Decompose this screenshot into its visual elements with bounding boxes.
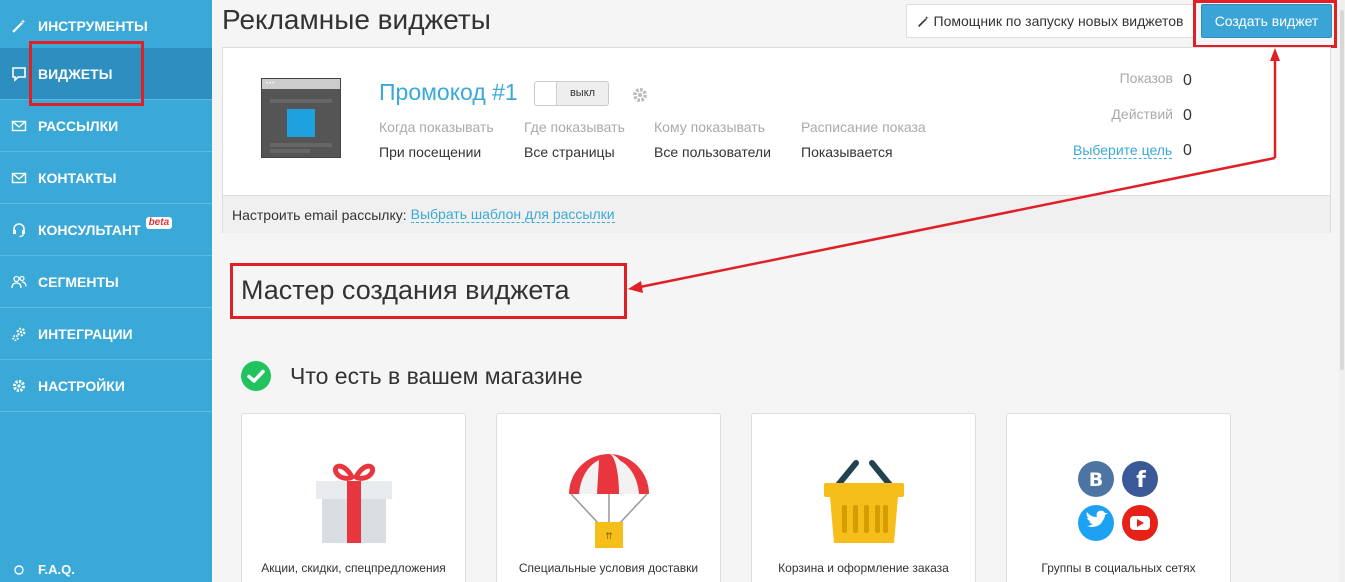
choose-template-link[interactable]: Выбрать шаблон для рассылки	[410, 206, 615, 223]
sidebar-item-label: РАССЫЛКИ	[38, 117, 119, 134]
gear-icon	[11, 378, 27, 394]
sidebar-item-contacts[interactable]: КОНТАКТЫ	[0, 152, 212, 204]
who-label: Кому показывать	[654, 119, 765, 135]
beta-badge: beta	[145, 216, 173, 229]
gears-icon	[11, 326, 27, 342]
toggle-label: выкл	[569, 87, 596, 99]
widget-toggle[interactable]: выкл	[534, 81, 609, 106]
annotation-box-wizard	[230, 263, 627, 319]
where-value: Все страницы	[524, 144, 615, 160]
who-value: Все пользователи	[654, 144, 771, 160]
goal-value: 0	[1183, 142, 1192, 159]
widget-thumbnail[interactable]: •••	[261, 78, 341, 158]
sidebar-item-consultant[interactable]: КОНСУЛЬТАНТ beta	[0, 204, 212, 256]
card-footer: Настроить email рассылку: Выбрать шаблон…	[223, 195, 1330, 233]
tile-delivery[interactable]: ⇈ Специальные условия доставки	[496, 413, 721, 582]
arrow-left-head	[628, 281, 643, 293]
sidebar-item-label: НАСТРОЙКИ	[38, 377, 125, 394]
sidebar-item-mailings[interactable]: РАССЫЛКИ	[0, 100, 212, 152]
sidebar-item-label: ИНТЕГРАЦИИ	[38, 325, 133, 342]
sidebar-item-label: КОНСУЛЬТАНТ	[38, 221, 141, 238]
envelope-icon	[11, 118, 27, 134]
thumb-line	[270, 99, 332, 103]
actions-value: 0	[1183, 107, 1192, 124]
headset-icon	[11, 222, 27, 238]
when-value: При посещении	[379, 144, 482, 160]
svg-text:f: f	[1136, 468, 1146, 493]
choose-goal-link[interactable]: Выберите цель	[1073, 142, 1173, 159]
check-circle-icon	[241, 361, 271, 391]
sidebar-item-label: ИНСТРУМЕНТЫ	[38, 17, 148, 34]
schedule-label: Расписание показа	[801, 119, 926, 135]
thumb-line	[270, 143, 332, 147]
launch-helper-button[interactable]: Помощник по запуску новых виджетов	[906, 4, 1194, 38]
actions-label: Действий	[1111, 106, 1173, 122]
users-icon	[11, 274, 27, 290]
faq-icon	[11, 561, 27, 577]
sidebar-item-faq[interactable]: F.A.Q.	[0, 556, 212, 582]
sidebar-item-label: КОНТАКТЫ	[38, 169, 117, 186]
svg-text:⇈: ⇈	[605, 532, 613, 542]
scrollbar-thumb[interactable]	[1340, 10, 1344, 370]
tile-label: Корзина и оформление заказа	[778, 561, 949, 575]
views-label: Показов	[1119, 70, 1173, 86]
gear-icon[interactable]	[631, 86, 649, 104]
chat-bubble-icon	[11, 66, 27, 82]
tile-social[interactable]: B f Группы в социальных сетях	[1006, 413, 1231, 582]
widget-card: ••• Промокод #1 выкл Когда показывать Пр…	[222, 47, 1331, 233]
tile-label: Акции, скидки, спецпредложения	[261, 561, 446, 575]
where-label: Где показывать	[524, 119, 625, 135]
sidebar-item-label: СЕГМЕНТЫ	[38, 273, 119, 290]
faq-label: F.A.Q.	[38, 561, 75, 577]
widget-name-link[interactable]: Промокод #1	[379, 79, 518, 106]
views-value: 0	[1183, 72, 1192, 89]
envelope-icon	[11, 170, 27, 186]
magic-wand-icon	[917, 15, 929, 27]
tile-label: Специальные условия доставки	[518, 561, 699, 575]
when-label: Когда показывать	[379, 119, 494, 135]
thumb-line	[270, 149, 310, 153]
annotation-box-widgets	[29, 41, 144, 106]
thumb-dots: •••	[266, 81, 276, 87]
sidebar-item-integrations[interactable]: ИНТЕГРАЦИИ	[0, 308, 212, 360]
svg-text:B: B	[1088, 469, 1102, 491]
social-networks-icon: B f	[1007, 452, 1230, 552]
parachute-box-icon: ⇈	[497, 452, 720, 552]
sidebar-item-settings[interactable]: НАСТРОЙКИ	[0, 360, 212, 412]
launch-helper-label: Помощник по запуску новых виджетов	[933, 13, 1184, 29]
section-title: Что есть в вашем магазине	[290, 363, 583, 389]
tile-cart[interactable]: Корзина и оформление заказа	[751, 413, 976, 582]
magic-wand-icon	[11, 18, 27, 34]
gift-icon	[242, 452, 465, 552]
schedule-value: Показывается	[801, 144, 893, 160]
toggle-knob	[535, 82, 557, 105]
sidebar-item-segments[interactable]: СЕГМЕНТЫ	[0, 256, 212, 308]
basket-icon	[752, 452, 975, 552]
page-title: Рекламные виджеты	[222, 4, 491, 35]
tile-label: Группы в социальных сетях	[1041, 561, 1196, 575]
email-setup-text: Настроить email рассылку:	[232, 206, 407, 223]
annotation-box-create	[1193, 0, 1337, 48]
thumb-square	[287, 109, 315, 137]
tile-promotions[interactable]: Акции, скидки, спецпредложения	[241, 413, 466, 582]
